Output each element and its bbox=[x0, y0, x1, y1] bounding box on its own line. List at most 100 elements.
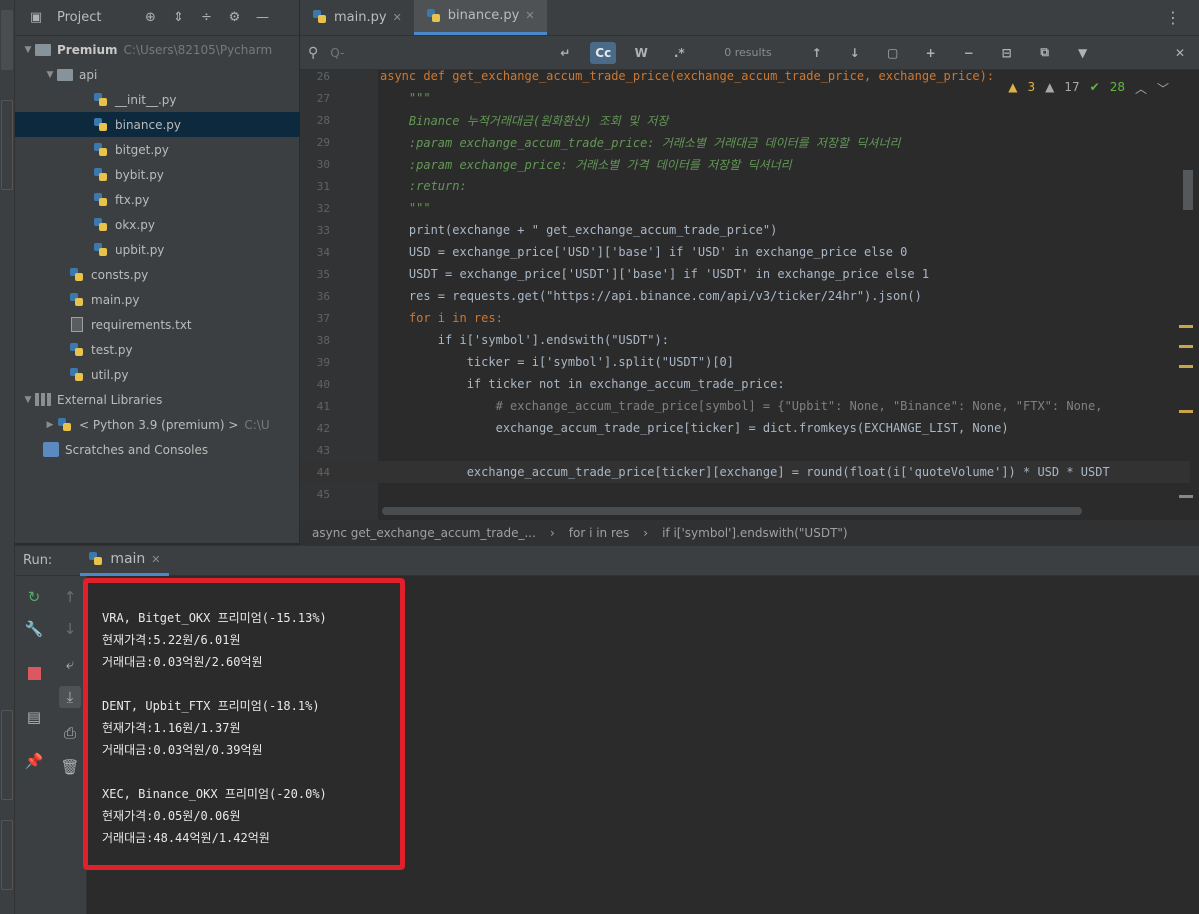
warning-marker[interactable] bbox=[1179, 345, 1193, 348]
code-line: 43 bbox=[300, 439, 1190, 461]
close-icon[interactable]: ✕ bbox=[151, 553, 160, 566]
more-options-icon[interactable]: ⋮ bbox=[1165, 8, 1181, 27]
line-number: 32 bbox=[316, 201, 330, 215]
locate-icon[interactable]: ⊕ bbox=[141, 9, 159, 27]
code-text: ticker = i['symbol'].split("USDT")[0] bbox=[380, 355, 735, 369]
search-input[interactable] bbox=[330, 45, 541, 60]
chevron-down-icon[interactable]: ▼ bbox=[21, 45, 35, 55]
close-icon[interactable]: ✕ bbox=[393, 11, 402, 24]
tree-item-label: bitget.py bbox=[115, 142, 169, 157]
run-tab-main[interactable]: main ✕ bbox=[80, 545, 169, 576]
exclude-icon[interactable]: ⊟ bbox=[994, 42, 1020, 64]
python-file-icon bbox=[93, 92, 109, 108]
structure-tool-tab[interactable] bbox=[1, 710, 13, 800]
breadcrumb-item[interactable]: async get_exchange_accum_trade_... bbox=[312, 526, 536, 540]
tree-item-label: consts.py bbox=[91, 267, 149, 282]
select-all-icon[interactable]: ▢ bbox=[880, 42, 906, 64]
tree-item-python-sdk[interactable]: ▶ < Python 3.9 (premium) > C:\U bbox=[15, 412, 300, 437]
close-icon[interactable]: ✕ bbox=[525, 9, 534, 22]
code-text: Binance 누적거래대금(원화환산) 조회 및 저장 bbox=[380, 113, 669, 128]
tree-item-premium[interactable]: ▼ Premium C:\Users\82105\Pycharm bbox=[15, 37, 300, 62]
tab-main-py[interactable]: main.py ✕ bbox=[300, 0, 414, 35]
tree-item-requirements[interactable]: requirements.txt bbox=[15, 312, 300, 337]
filter-icon[interactable]: ▼ bbox=[1070, 42, 1096, 64]
chevron-down-icon[interactable]: ▼ bbox=[43, 70, 57, 80]
soft-wrap-icon[interactable]: ⤶ bbox=[59, 653, 81, 675]
position-marker[interactable] bbox=[1179, 495, 1193, 498]
match-case-toggle[interactable]: Cc bbox=[590, 41, 617, 64]
line-number: 34 bbox=[316, 245, 330, 259]
open-in-window-icon[interactable]: ⧉ bbox=[1032, 42, 1058, 64]
close-icon[interactable]: ✕ bbox=[1167, 42, 1193, 64]
print-icon[interactable]: ⎙ bbox=[59, 722, 81, 744]
code-text: print(exchange + " get_exchange_accum_tr… bbox=[380, 223, 778, 237]
chevron-right-icon: › bbox=[643, 526, 649, 540]
warning-marker[interactable] bbox=[1179, 325, 1193, 328]
tree-item-util[interactable]: util.py bbox=[15, 362, 300, 387]
hide-icon[interactable]: — bbox=[253, 9, 271, 27]
project-tool-tab[interactable] bbox=[1, 10, 13, 70]
tab-binance-py[interactable]: binance.py ✕ bbox=[413, 0, 547, 35]
tree-item-main[interactable]: main.py bbox=[15, 287, 300, 312]
tree-item-upbit[interactable]: upbit.py bbox=[15, 237, 300, 262]
python-file-icon bbox=[93, 117, 109, 133]
tree-item-label: main.py bbox=[91, 292, 140, 307]
code-text: """ bbox=[380, 201, 431, 215]
warning-marker[interactable] bbox=[1179, 410, 1193, 413]
code-text: if ticker not in exchange_accum_trade_pr… bbox=[380, 377, 785, 391]
tree-item-init[interactable]: __init__.py bbox=[15, 87, 300, 112]
favorites-tool-tab[interactable] bbox=[1, 820, 13, 890]
warning-marker[interactable] bbox=[1179, 365, 1193, 368]
console-output[interactable]: VRA, Bitget_OKX 프리미엄(-15.13%) 현재가격:5.22원… bbox=[83, 576, 1199, 914]
breadcrumb-item[interactable]: if i['symbol'].endswith("USDT") bbox=[662, 526, 848, 540]
pull-requests-tool-tab[interactable] bbox=[1, 100, 13, 190]
tree-item-binance[interactable]: binance.py bbox=[15, 112, 300, 137]
output-line: 현재가격:0.05원/0.06원 bbox=[102, 809, 241, 823]
tree-item-ftx[interactable]: ftx.py bbox=[15, 187, 300, 212]
code-line: 30 :param exchange_price: 거래소별 가격 데이터를 저… bbox=[300, 153, 1190, 175]
run-toolbar: ↻ ↑ 🔧 ↓ ⤶ ⤓ ▤ ⎙ 📌 🗑 bbox=[15, 576, 87, 914]
arrow-up-icon[interactable]: ↑ bbox=[59, 586, 81, 608]
gear-icon[interactable]: ⚙ bbox=[225, 9, 243, 27]
tree-item-consts[interactable]: consts.py bbox=[15, 262, 300, 287]
horizontal-scrollbar[interactable] bbox=[382, 507, 1082, 515]
add-occurrence-icon[interactable]: + bbox=[918, 42, 944, 64]
tree-item-bitget[interactable]: bitget.py bbox=[15, 137, 300, 162]
project-toolbar: ▣ Project ⊕ ⇕ ÷ ⚙ — bbox=[15, 0, 299, 36]
scroll-to-end-icon[interactable]: ⤓ bbox=[59, 686, 81, 708]
wrench-icon[interactable]: 🔧 bbox=[23, 618, 45, 640]
chevron-down-icon[interactable]: ▼ bbox=[21, 395, 35, 405]
tree-item-bybit[interactable]: bybit.py bbox=[15, 162, 300, 187]
tree-item-scratches[interactable]: Scratches and Consoles bbox=[15, 437, 300, 462]
remove-occurrence-icon[interactable]: − bbox=[956, 42, 982, 64]
chevron-right-icon[interactable]: ▶ bbox=[43, 420, 57, 430]
trash-icon[interactable]: 🗑 bbox=[59, 756, 81, 778]
tree-item-api[interactable]: ▼ api bbox=[15, 62, 300, 87]
regex-toggle[interactable]: .* bbox=[666, 42, 692, 64]
tree-item-test[interactable]: test.py bbox=[15, 337, 300, 362]
python-sdk-icon bbox=[57, 417, 73, 433]
collapse-all-icon[interactable]: ÷ bbox=[197, 9, 215, 27]
rerun-icon[interactable]: ↻ bbox=[23, 586, 45, 608]
whole-words-toggle[interactable]: W bbox=[628, 42, 654, 64]
arrow-up-icon[interactable]: ↑ bbox=[804, 42, 830, 64]
stop-icon[interactable] bbox=[23, 662, 45, 684]
code-editor[interactable]: ▲ 3 ▲ 17 ✔ 28 ︿ ﹀ 26 async def get_exchange… bbox=[300, 70, 1199, 520]
arrow-down-icon[interactable]: ↓ bbox=[842, 42, 868, 64]
line-number: 45 bbox=[316, 487, 330, 501]
project-view-icon[interactable]: ▣ bbox=[27, 9, 45, 27]
tree-item-path: C:\U bbox=[244, 417, 270, 432]
vertical-scrollbar[interactable] bbox=[1183, 170, 1193, 210]
tree-item-okx[interactable]: okx.py bbox=[15, 212, 300, 237]
layout-icon[interactable]: ▤ bbox=[23, 706, 45, 728]
line-number: 36 bbox=[316, 289, 330, 303]
breadcrumb-item[interactable]: for i in res bbox=[569, 526, 630, 540]
expand-all-icon[interactable]: ⇕ bbox=[169, 9, 187, 27]
pin-icon[interactable]: 📌 bbox=[23, 750, 45, 772]
tree-item-label: api bbox=[79, 67, 98, 82]
arrow-down-icon[interactable]: ↓ bbox=[59, 618, 81, 640]
newline-icon[interactable]: ↵ bbox=[552, 42, 578, 64]
code-text: :param exchange_accum_trade_price: 거래소별 … bbox=[380, 135, 901, 150]
project-title[interactable]: Project bbox=[57, 10, 101, 25]
tree-item-external-libraries[interactable]: ▼ External Libraries bbox=[15, 387, 300, 412]
